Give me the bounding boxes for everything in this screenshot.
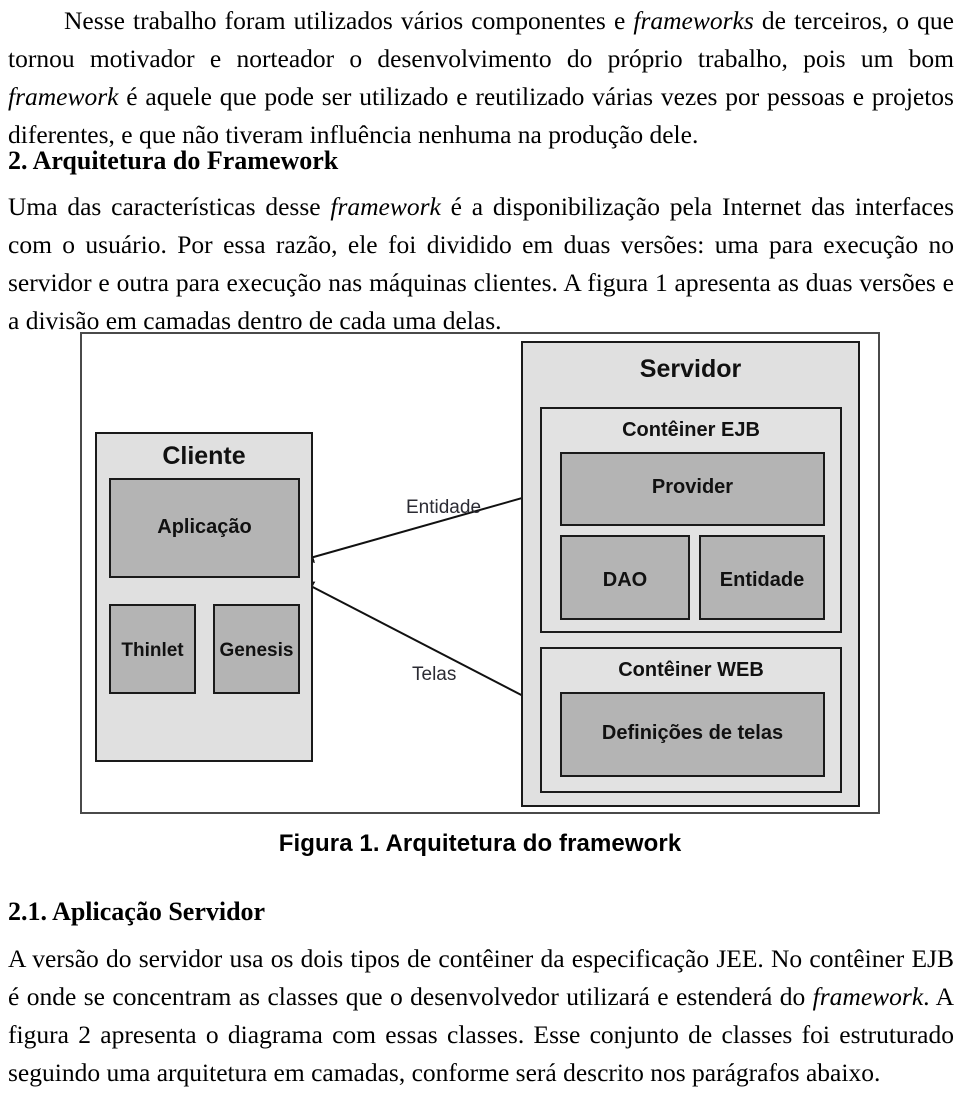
diagram-box-entidade: Entidade xyxy=(699,535,825,620)
diagram-label-thinlet: Thinlet xyxy=(121,640,184,661)
diagram-box-dao: DAO xyxy=(560,535,690,620)
diagram-label-conteiner-web: Contêiner WEB xyxy=(618,659,764,681)
paragraph-architecture: Uma das características desse framework … xyxy=(8,192,954,335)
section-heading-2: 2. Arquitetura do Framework xyxy=(8,146,339,175)
italic-term-framework-2: framework xyxy=(330,192,441,221)
diagram-label-dao: DAO xyxy=(602,569,648,591)
figure-1-diagram: Cliente Aplicação Thinlet Genesis Servid… xyxy=(80,332,880,814)
diagram-box-aplicacao: Aplicação xyxy=(109,478,300,578)
diagram-label-aplicacao: Aplicação xyxy=(157,516,252,538)
italic-term-frameworks: frameworks xyxy=(633,6,754,35)
diagram-label-conteiner-ejb: Contêiner EJB xyxy=(622,419,760,441)
diagram-label-definicoes-de-telas: Definições de telas xyxy=(601,722,784,744)
section-heading-2-1: 2.1. Aplicação Servidor xyxy=(8,897,266,926)
diagram-label-servidor: Servidor xyxy=(639,355,742,383)
diagram-edge-label-telas: Telas xyxy=(412,664,457,685)
diagram-box-definicoes-de-telas: Definições de telas xyxy=(560,692,825,777)
paragraph-intro: Nesse trabalho foram utilizados vários c… xyxy=(8,6,954,149)
diagram-edge-label-entidade: Entidade xyxy=(406,497,482,518)
figure-1-caption: Figura 1. Arquitetura do framework xyxy=(278,830,682,857)
diagram-label-provider: Provider xyxy=(651,476,734,498)
italic-term-framework-3: framework xyxy=(812,982,924,1011)
diagram-label-entidade: Entidade xyxy=(719,569,805,591)
document-page: Nesse trabalho foram utilizados vários c… xyxy=(0,0,960,1106)
diagram-label-cliente: Cliente xyxy=(162,442,246,470)
paragraph-server-app: A versão do servidor usa os dois tipos d… xyxy=(8,944,954,1087)
italic-term-framework-1: framework xyxy=(8,82,119,111)
diagram-box-genesis: Genesis xyxy=(213,604,300,694)
diagram-box-thinlet: Thinlet xyxy=(109,604,196,694)
diagram-label-genesis: Genesis xyxy=(219,640,294,661)
diagram-box-provider: Provider xyxy=(560,452,825,526)
